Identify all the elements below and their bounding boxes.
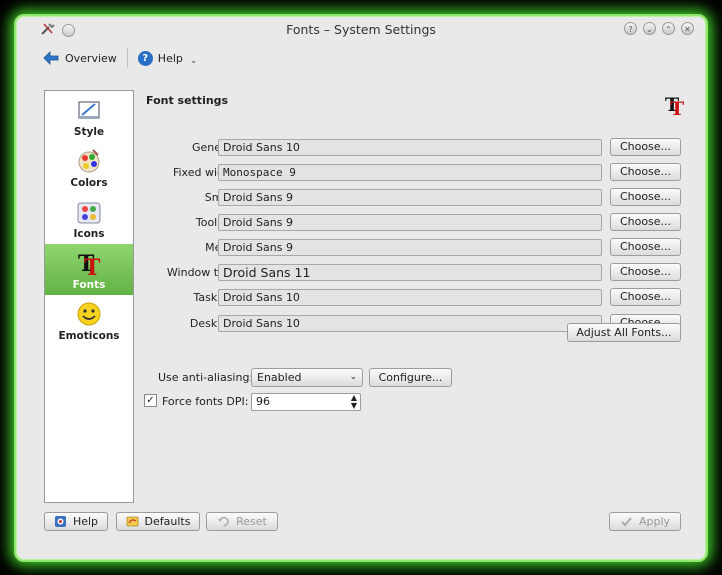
titlebar-right-buttons: ? ⌄ ⌃ ✕: [624, 22, 694, 35]
defaults-icon: [126, 516, 138, 527]
system-settings-window: Fonts – System Settings ? ⌄ ⌃ ✕ Overview…: [14, 14, 708, 562]
help-button[interactable]: Help: [44, 512, 108, 531]
sidebar-item-label: Style: [73, 126, 105, 138]
button-bar: Help Defaults Reset Apply: [16, 512, 706, 536]
close-button[interactable]: ✕: [681, 22, 694, 35]
font-row-fixed-width: Fixed width: Monospace 9 Choose...: [140, 163, 690, 183]
overview-label: Overview: [65, 51, 117, 65]
emoticons-icon: [77, 302, 101, 326]
dpi-spinbox[interactable]: 96 ▲ ▼: [251, 393, 361, 411]
sidebar-item-style[interactable]: Style: [45, 91, 133, 142]
fixed-width-font-field: Monospace 9: [218, 164, 602, 181]
small-font-field: Droid Sans 9: [218, 189, 602, 206]
force-dpi-label: Force fonts DPI:: [162, 395, 249, 408]
colors-icon: [78, 149, 100, 173]
force-dpi-checkbox[interactable]: ✓: [144, 394, 157, 407]
choose-button[interactable]: Choose...: [610, 263, 681, 281]
antialiasing-select[interactable]: Enabled ⌄: [251, 368, 363, 387]
font-row-small: Small: Droid Sans 9 Choose...: [140, 188, 690, 208]
context-help-button[interactable]: ?: [624, 22, 637, 35]
style-icon: [78, 101, 100, 119]
section-title: Font settings: [146, 94, 229, 107]
back-arrow-icon: [43, 51, 59, 65]
configure-button[interactable]: Configure...: [369, 368, 452, 387]
general-font-field: Droid Sans 10: [218, 139, 602, 156]
window-title: Fonts – System Settings: [286, 22, 436, 37]
font-row-taskbar: Taskbar: Droid Sans 10 Choose...: [140, 288, 690, 308]
reset-icon: [218, 516, 229, 527]
maximize-button[interactable]: ⌃: [662, 22, 675, 35]
spin-arrows-icon[interactable]: ▲ ▼: [351, 394, 357, 410]
font-row-general: General: Droid Sans 10 Choose...: [140, 138, 690, 158]
font-row-toolbar: Toolbar: Droid Sans 9 Choose...: [140, 213, 690, 233]
help-menu-button[interactable]: ? Help ⌄: [137, 50, 198, 66]
reset-button-label: Reset: [236, 515, 267, 528]
toolbar-font-field: Droid Sans 9: [218, 214, 602, 231]
fonts-icon: TT: [78, 251, 101, 277]
choose-button[interactable]: Choose...: [610, 163, 681, 181]
titlebar[interactable]: Fonts – System Settings ? ⌄ ⌃ ✕: [16, 16, 706, 42]
taskbar-font-field: Droid Sans 10: [218, 289, 602, 306]
reset-button[interactable]: Reset: [206, 512, 278, 531]
fonts-icon: TT: [665, 94, 684, 116]
window-title-font-field: Droid Sans 11: [218, 264, 602, 281]
toolbar-separator: [126, 48, 128, 68]
desktop-font-field: Droid Sans 10: [218, 315, 602, 332]
defaults-button-label: Defaults: [144, 515, 191, 528]
font-row-window-title: Window title: Droid Sans 11 Choose...: [140, 263, 690, 283]
svg-text:T: T: [84, 255, 101, 277]
help-icon: ?: [137, 50, 153, 66]
sidebar-item-label: Icons: [73, 228, 105, 240]
dpi-value: 96: [256, 395, 270, 408]
svg-text:T: T: [670, 98, 684, 116]
sidebar-item-icons[interactable]: Icons: [45, 193, 133, 244]
minimize-button[interactable]: ⌄: [643, 22, 656, 35]
antialiasing-label: Use anti-aliasing:: [158, 371, 254, 384]
menu-font-field: Droid Sans 9: [218, 239, 602, 256]
font-settings-panel: Font settings TT General: Droid Sans 10 …: [140, 90, 690, 503]
choose-button[interactable]: Choose...: [610, 288, 681, 306]
chevron-down-icon: ⌄: [189, 56, 198, 66]
sidebar-item-label: Fonts: [72, 279, 106, 291]
sidebar-item-fonts[interactable]: TT Fonts: [45, 244, 133, 295]
toolbar: Overview ? Help ⌄: [16, 44, 706, 72]
sidebar-item-label: Colors: [70, 177, 108, 189]
help-book-icon: [54, 516, 66, 527]
help-label: Help: [157, 51, 183, 65]
antialiasing-value: Enabled: [257, 371, 302, 384]
apply-button-label: Apply: [638, 515, 671, 528]
chevron-down-icon: ⌄: [349, 372, 357, 382]
font-row-menu: Menu: Droid Sans 9 Choose...: [140, 238, 690, 258]
icons-icon: [77, 202, 101, 224]
apply-button[interactable]: Apply: [609, 512, 681, 531]
choose-button[interactable]: Choose...: [610, 238, 681, 256]
overview-button[interactable]: Overview: [42, 50, 117, 66]
category-sidebar: Style Colors Icons TT Fonts Emoticons: [44, 90, 134, 503]
choose-button[interactable]: Choose...: [610, 188, 681, 206]
sidebar-item-label: Emoticons: [58, 330, 120, 342]
adjust-all-fonts-button[interactable]: Adjust All Fonts...: [567, 323, 681, 342]
sidebar-item-emoticons[interactable]: Emoticons: [45, 295, 133, 346]
defaults-button[interactable]: Defaults: [116, 512, 200, 531]
sidebar-item-colors[interactable]: Colors: [45, 142, 133, 193]
choose-button[interactable]: Choose...: [610, 213, 681, 231]
choose-button[interactable]: Choose...: [610, 138, 681, 156]
checkmark-icon: [621, 517, 632, 527]
help-button-label: Help: [72, 515, 99, 528]
